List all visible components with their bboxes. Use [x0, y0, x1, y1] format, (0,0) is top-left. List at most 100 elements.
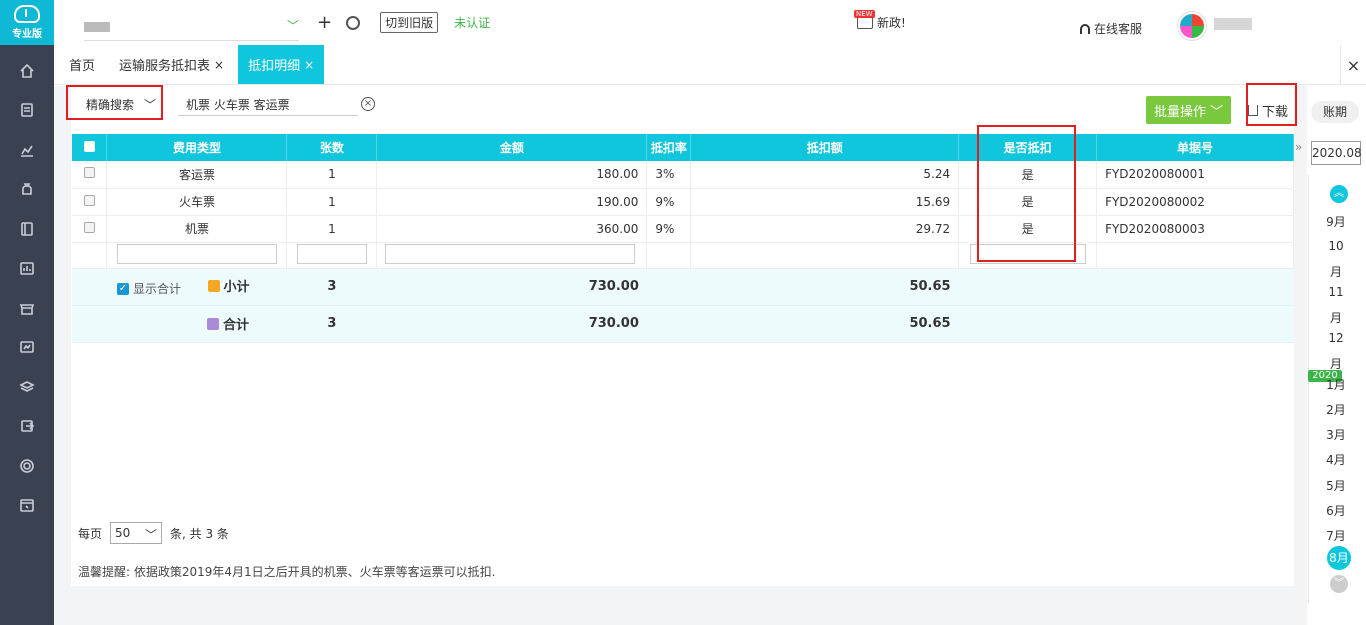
close-icon[interactable]: × — [304, 58, 314, 72]
close-icon[interactable]: × — [214, 58, 224, 72]
month-item[interactable]: 月 — [1307, 263, 1365, 280]
news-link[interactable]: NEW 新政! — [854, 9, 906, 31]
table-row[interactable]: 火车票 1 190.00 9% 15.69 是 FYD2020080002 — [72, 188, 1294, 216]
tab-label: 抵扣明细 — [248, 59, 301, 74]
chevron-down-icon: ﹀ — [145, 528, 158, 542]
column-header[interactable]: 费用类型 — [106, 134, 288, 161]
column-header[interactable]: 单据号 — [1096, 134, 1294, 161]
period-title[interactable]: 账期 — [1311, 101, 1359, 123]
cell-doc-no[interactable]: FYD2020080002 — [1096, 188, 1294, 216]
unverified-label[interactable]: 未认证 — [454, 14, 490, 31]
chart-icon[interactable] — [0, 130, 54, 170]
finance-icon[interactable] — [0, 328, 54, 368]
table-row[interactable]: 客运票 1 180.00 3% 5.24 是 FYD2020080001 — [72, 161, 1294, 189]
row-select-cell[interactable] — [72, 161, 108, 189]
month-item[interactable]: 10 — [1307, 239, 1365, 253]
column-header[interactable]: 抵扣额 — [690, 134, 960, 161]
month-item[interactable]: 9月 — [1307, 213, 1365, 230]
tab-transport-deduction[interactable]: 运输服务抵扣表 × — [109, 45, 234, 84]
online-service-link[interactable]: 在线客服 — [1080, 20, 1142, 37]
checkbox-checked-icon[interactable]: ✓ — [116, 282, 129, 295]
month-item[interactable]: 7月 — [1307, 527, 1365, 544]
close-all-tabs-icon[interactable]: × — [1340, 45, 1366, 85]
select-all-cell[interactable] — [72, 134, 108, 161]
month-item[interactable]: 5月 — [1307, 477, 1365, 494]
logo[interactable]: 专业版 — [0, 0, 54, 45]
column-header[interactable]: 金额 — [376, 134, 648, 161]
per-page-value: 50 — [115, 526, 131, 540]
current-month[interactable]: 8月 — [1327, 546, 1351, 570]
month-item[interactable]: 11 — [1307, 285, 1365, 299]
column-header[interactable]: 张数 — [286, 134, 378, 161]
show-total-toggle[interactable]: ✓ 显示合计 — [116, 280, 181, 297]
select-all-checkbox[interactable] — [83, 140, 95, 152]
month-item[interactable]: 月 — [1307, 309, 1365, 326]
tab-label: 运输服务抵扣表 — [119, 59, 211, 74]
cell-count: 1 — [286, 161, 378, 189]
total-amount: 730.00 — [376, 305, 647, 343]
cloud-logo-icon — [14, 5, 40, 23]
add-icon[interactable]: + — [317, 12, 332, 33]
subtotal-amount: 730.00 — [376, 268, 647, 306]
news-label: 新政! — [877, 16, 906, 30]
per-page-label: 每页 — [78, 526, 103, 541]
subtotal-count: 3 — [286, 268, 377, 306]
ledger-icon[interactable] — [0, 209, 54, 249]
export-icon[interactable] — [0, 407, 54, 447]
month-item[interactable]: 4月 — [1307, 451, 1365, 468]
report-icon[interactable] — [0, 249, 54, 289]
row-checkbox[interactable] — [83, 167, 95, 179]
row-checkbox[interactable] — [83, 194, 95, 206]
month-item[interactable]: 12 — [1307, 331, 1365, 345]
cell-doc-no[interactable]: FYD2020080003 — [1096, 215, 1294, 243]
tab-bar: 首页 运输服务抵扣表 × 抵扣明细 × × — [54, 45, 1366, 85]
expand-right-icon[interactable]: » — [1295, 140, 1302, 154]
filter-amount-input[interactable] — [385, 243, 636, 264]
shop-icon[interactable] — [0, 288, 54, 328]
home-icon[interactable] — [0, 51, 54, 91]
tab-label: 首页 — [69, 59, 96, 74]
search-input[interactable] — [178, 94, 358, 116]
gear-icon[interactable] — [346, 15, 361, 30]
money-bag-icon[interactable] — [0, 170, 54, 210]
month-item[interactable]: 6月 — [1307, 502, 1365, 519]
row-select-cell[interactable] — [72, 215, 108, 243]
total-label: 合计 — [222, 318, 249, 333]
row-checkbox[interactable] — [83, 221, 95, 233]
month-item[interactable]: 1月 — [1307, 376, 1365, 393]
calendar-icon[interactable] — [0, 486, 54, 526]
month-item[interactable]: 2月 — [1307, 401, 1365, 418]
filter-count-input[interactable] — [296, 243, 367, 264]
chevron-down-icon: ﹀ — [286, 18, 299, 33]
pager-summary: 条, 共 3 条 — [170, 526, 229, 541]
subtotal-label: 小计 — [223, 279, 250, 295]
scroll-up-icon[interactable]: ︽ — [1330, 185, 1348, 203]
row-select-cell[interactable] — [72, 188, 108, 216]
cell-rate: 3% — [646, 161, 692, 189]
sidebar-nav — [0, 51, 54, 525]
cell-doc-no[interactable]: FYD2020080001 — [1096, 161, 1294, 189]
table-row[interactable]: 机票 1 360.00 9% 29.72 是 FYD2020080003 — [72, 215, 1294, 243]
clear-search-icon[interactable]: × — [361, 97, 375, 111]
gear-icon[interactable] — [0, 446, 54, 486]
column-header[interactable]: 抵扣率 — [646, 134, 692, 161]
switch-old-version-button[interactable]: 切到旧版 — [380, 12, 439, 33]
pagination: 每页 50 ﹀ 条, 共 3 条 — [78, 522, 229, 544]
per-page-select[interactable]: 50 ﹀ — [110, 522, 163, 544]
account-selector[interactable]: ﹀ — [84, 5, 299, 41]
current-period[interactable]: 2020.08 — [1311, 141, 1362, 165]
cell-rate: 9% — [646, 215, 692, 243]
month-item[interactable]: 3月 — [1307, 426, 1365, 443]
tab-home[interactable]: 首页 — [54, 45, 109, 84]
online-service-label: 在线客服 — [1094, 22, 1143, 36]
highlight-box-is-deduct — [977, 125, 1076, 262]
tab-deduction-detail[interactable]: 抵扣明细 × — [238, 45, 325, 84]
avatar[interactable] — [1178, 12, 1206, 40]
scroll-down-icon[interactable]: ︾ — [1330, 575, 1348, 593]
filter-type-input[interactable] — [116, 243, 277, 264]
invoice-icon[interactable] — [0, 91, 54, 131]
batch-operation-button[interactable]: 批量操作 ﹀ — [1146, 96, 1231, 124]
sidebar: 专业版 — [0, 0, 54, 625]
subtotal-icon — [207, 279, 220, 292]
stack-icon[interactable] — [0, 367, 54, 407]
